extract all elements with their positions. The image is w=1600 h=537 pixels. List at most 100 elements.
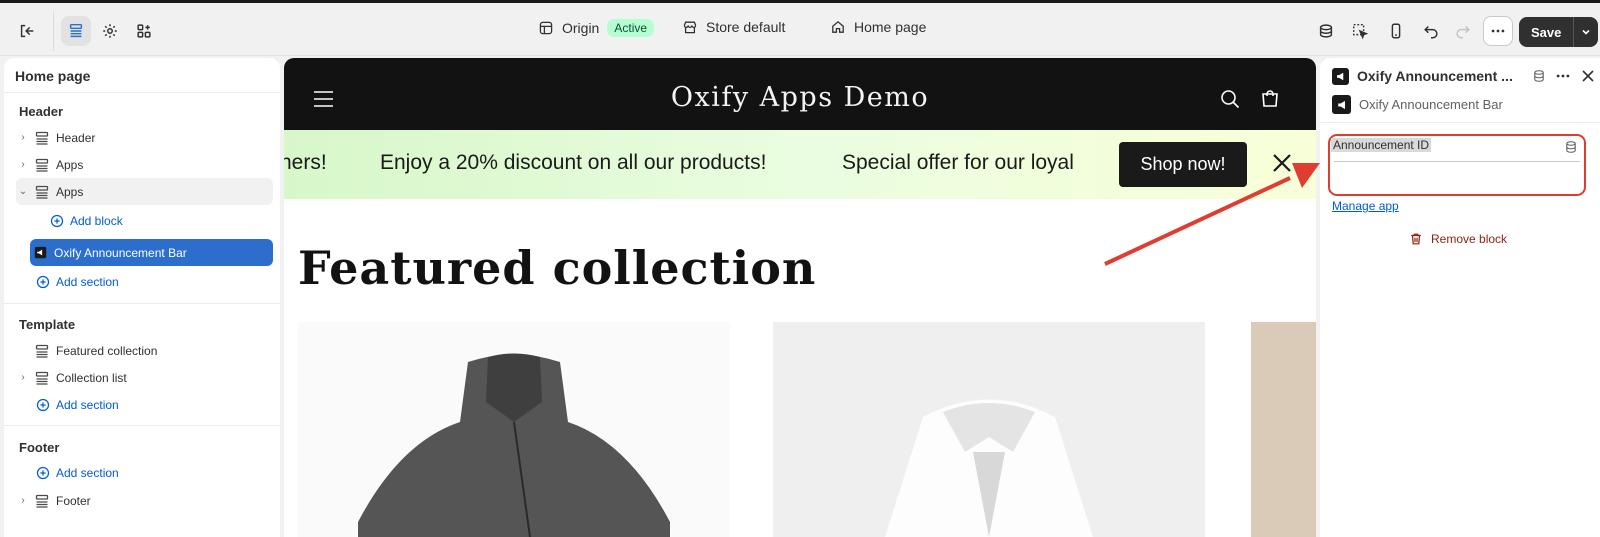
store-icon bbox=[683, 21, 697, 34]
tree-item-label: Collection list bbox=[56, 370, 127, 385]
tree-item-apps[interactable]: › Apps bbox=[16, 151, 273, 178]
save-button-group: Save bbox=[1519, 17, 1599, 47]
group-title-footer: Footer bbox=[19, 440, 60, 455]
dynamic-source-icon[interactable] bbox=[1564, 140, 1578, 154]
apps-grid-icon[interactable] bbox=[129, 16, 159, 46]
app-embeds-icon[interactable] bbox=[1311, 16, 1341, 46]
undo-icon[interactable] bbox=[1416, 16, 1446, 46]
shirt-image bbox=[885, 399, 1093, 537]
coat-image bbox=[358, 353, 670, 537]
plus-circle-icon bbox=[50, 214, 64, 228]
plus-circle-icon bbox=[36, 398, 50, 412]
tree-item-oxify-announcement-bar[interactable]: Oxify Announcement Bar bbox=[30, 239, 273, 266]
tree-item-apps-expanded[interactable]: ⌄ Apps bbox=[16, 178, 273, 205]
add-section-label: Add section bbox=[56, 466, 119, 480]
storefront-preview[interactable]: Oxify Apps Demo ners! Enjoy a 20% discou… bbox=[284, 58, 1316, 537]
announcement-id-label: Announcement ID bbox=[1331, 138, 1432, 152]
shop-now-button[interactable]: Shop now! bbox=[1119, 142, 1247, 187]
redo-icon[interactable] bbox=[1448, 16, 1478, 46]
section-icon bbox=[35, 344, 49, 358]
tree-item-label: Oxify Announcement Bar bbox=[54, 245, 187, 260]
search-icon[interactable] bbox=[1220, 89, 1240, 109]
tree-item-label: Apps bbox=[56, 184, 84, 199]
theme-selector[interactable]: Origin Active bbox=[538, 19, 655, 37]
tree-item-footer[interactable]: › Footer bbox=[16, 487, 273, 514]
page-selector-label: Home page bbox=[854, 19, 927, 35]
layout-icon bbox=[539, 21, 553, 35]
plus-circle-icon bbox=[36, 275, 50, 289]
more-options-icon[interactable] bbox=[1556, 69, 1570, 83]
sidebar-divider bbox=[4, 303, 280, 304]
tree-item-label: Featured collection bbox=[56, 343, 158, 358]
more-options-icon[interactable] bbox=[1483, 16, 1513, 46]
product-image-partial[interactable] bbox=[1251, 322, 1316, 537]
remove-block-button[interactable]: Remove block bbox=[1409, 232, 1507, 246]
mobile-preview-icon[interactable] bbox=[1381, 16, 1411, 46]
featured-collection-title: Featured collection bbox=[298, 241, 817, 295]
add-block-label: Add block bbox=[70, 214, 123, 228]
panel-divider bbox=[1320, 122, 1600, 123]
sidebar-divider bbox=[4, 425, 280, 426]
trash-icon bbox=[1411, 233, 1421, 245]
chevron-right-icon[interactable]: › bbox=[16, 372, 30, 383]
chevron-right-icon[interactable]: › bbox=[16, 495, 30, 506]
section-icon bbox=[35, 158, 49, 172]
home-icon bbox=[832, 20, 844, 33]
announcement-text-fragment: ners! bbox=[284, 151, 327, 174]
theme-settings-icon[interactable] bbox=[95, 16, 125, 46]
announcement-text: Enjoy a 20% discount on all our products… bbox=[380, 151, 767, 174]
block-settings-panel: Oxify Announcement ... Oxify Announcemen… bbox=[1320, 58, 1600, 537]
manage-app-link[interactable]: Manage app bbox=[1332, 199, 1399, 213]
add-section-link-template[interactable]: Add section bbox=[36, 398, 119, 412]
inspector-icon[interactable] bbox=[1345, 16, 1375, 46]
remove-block-label: Remove block bbox=[1431, 232, 1508, 246]
store-title[interactable]: Oxify Apps Demo bbox=[284, 82, 1316, 113]
section-icon bbox=[35, 494, 49, 508]
store-context-selector[interactable]: Store default bbox=[682, 19, 785, 35]
topbar-divider bbox=[53, 11, 54, 51]
announcement-id-input[interactable] bbox=[1334, 161, 1580, 187]
exit-icon[interactable] bbox=[12, 16, 42, 46]
theme-name: Origin bbox=[562, 20, 600, 36]
save-options-chevron-icon[interactable] bbox=[1574, 17, 1598, 47]
section-icon bbox=[35, 185, 49, 199]
editor-topbar: Origin Active Store default Home page Sa… bbox=[0, 0, 1600, 56]
tree-item-featured-collection[interactable]: Featured collection bbox=[16, 337, 273, 364]
tree-item-header[interactable]: › Header bbox=[16, 124, 273, 151]
add-section-link-footer[interactable]: Add section bbox=[36, 466, 119, 480]
status-badge: Active bbox=[607, 19, 655, 37]
page-selector[interactable]: Home page bbox=[830, 19, 926, 35]
app-logo-icon bbox=[1332, 67, 1349, 85]
product-image-shirt[interactable] bbox=[773, 322, 1205, 537]
app-embed-icon[interactable] bbox=[1532, 69, 1546, 83]
chevron-down-icon[interactable]: ⌄ bbox=[16, 186, 30, 197]
app-block-icon bbox=[30, 246, 50, 259]
add-section-link-header[interactable]: Add section bbox=[36, 275, 119, 289]
add-section-label: Add section bbox=[56, 275, 119, 289]
section-icon bbox=[35, 371, 49, 385]
sidebar-title: Home page bbox=[4, 58, 280, 93]
announcement-bar: ners! Enjoy a 20% discount on all our pr… bbox=[284, 130, 1316, 199]
announcement-text-2: Special offer for our loyal bbox=[842, 151, 1074, 174]
add-block-link[interactable]: Add block bbox=[50, 214, 123, 228]
close-icon[interactable] bbox=[1582, 70, 1594, 82]
section-icon bbox=[35, 131, 49, 145]
panel-subtitle: Oxify Announcement Bar bbox=[1359, 97, 1503, 112]
store-context-label: Store default bbox=[706, 19, 786, 35]
sections-icon[interactable] bbox=[61, 16, 91, 46]
store-header: Oxify Apps Demo bbox=[284, 58, 1316, 130]
group-title-header: Header bbox=[19, 104, 64, 119]
product-image-coat[interactable] bbox=[298, 322, 730, 537]
cart-icon[interactable] bbox=[1260, 89, 1280, 109]
panel-header: Oxify Announcement ... bbox=[1332, 66, 1594, 86]
panel-subtitle-row: Oxify Announcement Bar bbox=[1332, 95, 1503, 114]
tree-item-collection-list[interactable]: › Collection list bbox=[16, 364, 273, 391]
chevron-right-icon[interactable]: › bbox=[16, 132, 30, 143]
tree-item-label: Header bbox=[56, 130, 96, 145]
panel-title: Oxify Announcement ... bbox=[1357, 68, 1513, 84]
plus-circle-icon bbox=[36, 466, 50, 480]
sections-sidebar: Home page Header › Header › Apps ⌄ Apps … bbox=[4, 58, 280, 537]
close-icon[interactable] bbox=[1271, 152, 1293, 174]
save-button[interactable]: Save bbox=[1519, 17, 1575, 47]
chevron-right-icon[interactable]: › bbox=[16, 159, 30, 170]
